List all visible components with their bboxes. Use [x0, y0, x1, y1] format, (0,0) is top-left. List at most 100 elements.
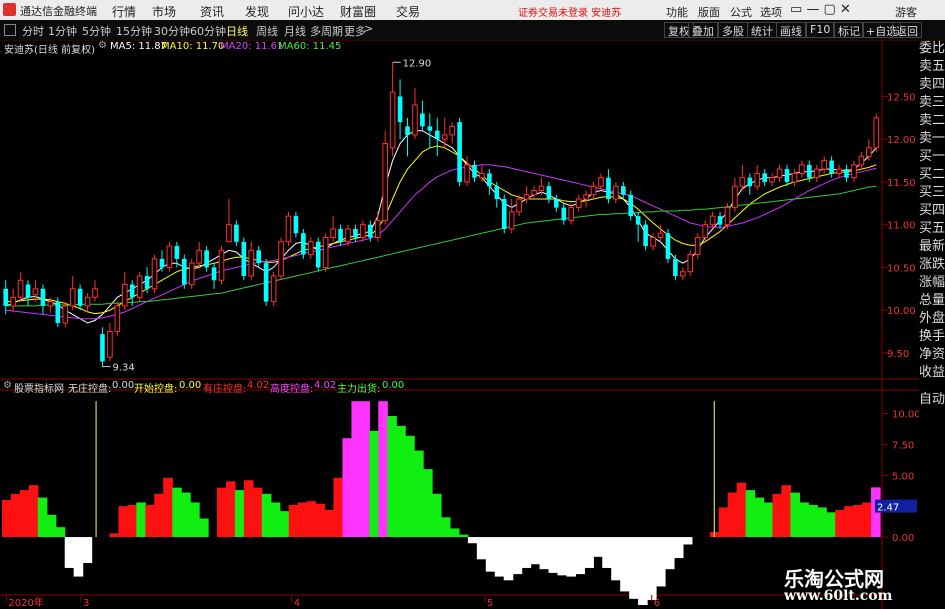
- settings-gear-icon[interactable]: ⚙: [3, 380, 12, 391]
- candle-body: [680, 271, 686, 277]
- indicator-bar: [2, 500, 12, 538]
- sidebar-item[interactable]: 买一: [919, 148, 945, 166]
- menu-wealth-circle[interactable]: 财富圈: [340, 3, 376, 20]
- sidebar-item[interactable]: 卖三: [919, 94, 945, 112]
- indicator-bar: [476, 537, 487, 560]
- period-tab[interactable]: 1分钟: [48, 23, 77, 39]
- period-tab-active[interactable]: 日线: [226, 23, 248, 39]
- sidebar-item[interactable]: 买五: [919, 220, 945, 238]
- candle-body: [345, 228, 351, 243]
- sidebar-item[interactable]: 卖四: [919, 76, 945, 94]
- sidebar-item[interactable]: 净资: [919, 346, 945, 364]
- toolbar-button[interactable]: 叠加: [688, 22, 718, 38]
- window-controls-icon[interactable]: ▭ — ▢ ✕: [790, 2, 851, 17]
- period-toolbar: 分时 1分钟 5分钟 15分钟 30分钟 60分钟 日线 周线 月线 多周期 更…: [0, 20, 945, 41]
- indicator-bar: [566, 537, 576, 577]
- chart-canvas[interactable]: 12.50 12.00 11.50 11.00 10.50 10.00 9.50 10.00 7…: [0, 40, 919, 609]
- candle-body: [673, 258, 678, 276]
- title-bar: 通达信金融终端 行情 市场 资讯 发现 问小达 财富圈 交易 证券交易未登录 安…: [0, 0, 945, 20]
- indicator-bar: [593, 537, 603, 557]
- indicator-bar: [539, 537, 550, 570]
- indicator-bar: [217, 487, 227, 538]
- chevron-right-icon[interactable]: >: [364, 22, 373, 35]
- menu-functions[interactable]: 功能: [666, 4, 688, 20]
- candle-body: [47, 301, 54, 307]
- candle-body: [568, 207, 575, 221]
- sidebar-item[interactable]: 换手: [919, 328, 945, 346]
- menu-options[interactable]: 选项: [760, 4, 782, 20]
- candle-body: [188, 262, 195, 286]
- indicator-bar: [602, 537, 612, 568]
- candle-body: [121, 284, 128, 307]
- sidebar-item[interactable]: 外盘: [919, 310, 945, 328]
- menu-ask[interactable]: 问小达: [288, 3, 324, 20]
- sidebar-auto-button[interactable]: 自动: [919, 388, 945, 407]
- sidebar-item[interactable]: 买三: [919, 184, 945, 202]
- sidebar-item[interactable]: 最新: [919, 238, 945, 256]
- indicator-bar: [458, 534, 469, 538]
- sidebar-item[interactable]: 买二: [919, 166, 945, 184]
- sidebar-item[interactable]: 委比: [919, 40, 945, 58]
- sidebar-item[interactable]: 涨幅: [919, 274, 945, 292]
- menu-market[interactable]: 市场: [152, 3, 176, 20]
- indicator-bar: [19, 490, 30, 538]
- sidebar-item[interactable]: 卖五: [919, 58, 945, 76]
- indicator-bar: [432, 493, 442, 538]
- app-name: 通达信金融终端: [20, 5, 97, 18]
- candle-body: [181, 258, 187, 285]
- period-tab[interactable]: 15分钟: [116, 23, 152, 39]
- login-alert[interactable]: 证券交易未登录 安迪苏: [518, 4, 621, 19]
- menu-quotes[interactable]: 行情: [112, 3, 136, 20]
- period-tab[interactable]: 月线: [284, 23, 306, 39]
- candle-body: [77, 288, 83, 306]
- period-tab-more[interactable]: 更多: [344, 23, 366, 39]
- menu-guest[interactable]: 游客: [895, 4, 917, 20]
- indicator-current-value: 2.47: [877, 503, 899, 514]
- sidebar-item[interactable]: 涨跌: [919, 256, 945, 274]
- indicator-bar: [378, 401, 388, 538]
- indicator-bar: [629, 537, 639, 599]
- indicator-bar: [315, 503, 326, 538]
- period-tab[interactable]: 周线: [256, 23, 278, 39]
- menu-trade[interactable]: 交易: [396, 3, 420, 20]
- period-tab[interactable]: 60分钟: [190, 23, 226, 39]
- toolbar-button[interactable]: 多股: [718, 22, 748, 38]
- indicator-bar: [620, 537, 630, 592]
- indicator-bar: [763, 502, 774, 538]
- sidebar-item[interactable]: 卖一: [919, 130, 945, 148]
- period-tab[interactable]: 30分钟: [154, 23, 190, 39]
- menu-formula[interactable]: 公式: [730, 4, 752, 20]
- candle-body: [338, 228, 343, 242]
- indicator-bar: [673, 537, 684, 559]
- price-tick-label: 12.50: [887, 92, 916, 103]
- candle-body: [397, 96, 403, 123]
- candle-body: [650, 237, 656, 247]
- checkbox-icon[interactable]: [4, 24, 16, 36]
- ma-line-ma20: [5, 164, 877, 320]
- period-tab[interactable]: 5分钟: [82, 23, 111, 39]
- menu-layout[interactable]: 版面: [698, 4, 720, 20]
- sidebar-item[interactable]: 收益: [919, 364, 945, 382]
- candle-body: [583, 194, 589, 200]
- candle-body: [873, 117, 880, 149]
- candle-body: [434, 130, 440, 140]
- toolbar-button[interactable]: 标记: [834, 22, 864, 38]
- toolbar-button[interactable]: 返回: [892, 22, 922, 38]
- toolbar-button[interactable]: 统计: [747, 22, 777, 38]
- sidebar-item[interactable]: 买四: [919, 202, 945, 220]
- indicator-bar: [351, 401, 361, 538]
- menu-news[interactable]: 资讯: [200, 3, 224, 20]
- candle-body: [643, 224, 648, 247]
- sidebar-item[interactable]: 卖二: [919, 112, 945, 130]
- candle-body: [829, 160, 834, 174]
- indicator-bar: [862, 502, 872, 538]
- sidebar-item[interactable]: 总量: [919, 292, 945, 310]
- period-tab[interactable]: 多周期: [310, 23, 343, 39]
- toolbar-button[interactable]: F10: [806, 22, 835, 38]
- candle-body: [590, 185, 597, 196]
- candle-body: [129, 284, 135, 298]
- toolbar-button[interactable]: 画线: [776, 22, 806, 38]
- indicator-bar: [181, 492, 191, 538]
- menu-discover[interactable]: 发现: [245, 3, 269, 20]
- period-tab[interactable]: 分时: [22, 23, 44, 39]
